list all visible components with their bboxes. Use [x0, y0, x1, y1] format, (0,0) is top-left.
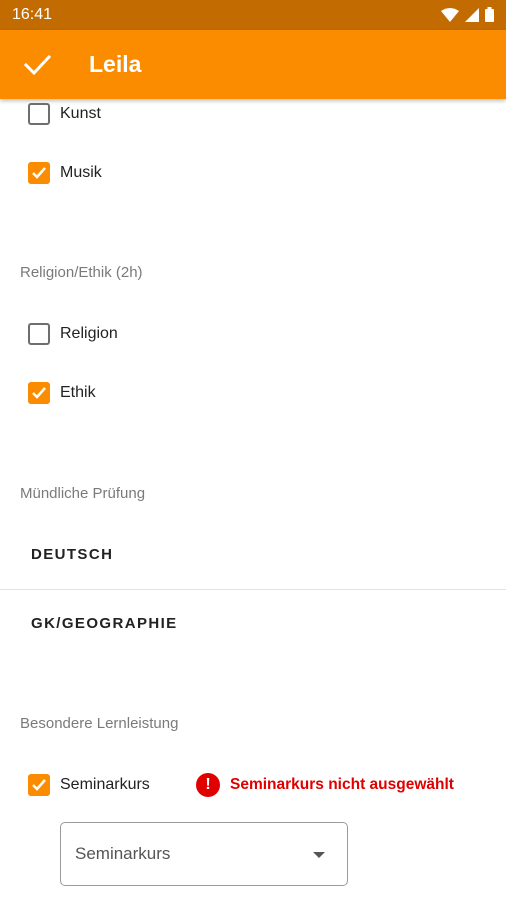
dropdown-value: Seminarkurs [75, 844, 171, 863]
checkmark-icon [32, 779, 46, 791]
checkbox-musik[interactable] [28, 162, 50, 184]
page-title: Leila [89, 51, 142, 77]
checkbox-label: Religion [60, 325, 118, 342]
checkmark-icon [32, 387, 46, 399]
checkbox-row-musik[interactable]: Musik [28, 162, 102, 184]
error-text: Seminarkurs nicht ausgewählt [230, 776, 454, 793]
wifi-icon [441, 7, 459, 22]
section-header-oral-exam: Mündliche Prüfung [20, 485, 146, 502]
status-icons [441, 7, 494, 22]
checkbox-religion[interactable] [28, 323, 50, 345]
check-icon[interactable] [22, 50, 52, 80]
checkbox-label: Seminarkurs [60, 776, 150, 793]
oral-subject-gk-geographie[interactable]: GK/GEOGRAPHIE [31, 615, 178, 632]
dropdown-arrow-icon [313, 852, 325, 858]
checkbox-kunst[interactable] [28, 103, 50, 125]
section-header-religion: Religion/Ethik (2h) [20, 264, 143, 281]
checkbox-row-ethik[interactable]: Ethik [28, 382, 96, 404]
checkbox-ethik[interactable] [28, 382, 50, 404]
section-header-special: Besondere Lernleistung [20, 715, 179, 732]
battery-icon [485, 7, 494, 22]
checkbox-row-kunst[interactable]: Kunst [28, 103, 101, 125]
checkbox-row-seminarkurs[interactable]: Seminarkurs [28, 774, 150, 796]
status-time: 16:41 [12, 6, 53, 23]
checkmark-icon [32, 167, 46, 179]
oral-subject-deutsch[interactable]: DEUTSCH [31, 546, 113, 563]
signal-icon [465, 7, 479, 22]
status-bar: 16:41 [0, 0, 506, 30]
seminarkurs-dropdown[interactable]: Seminarkurs [60, 822, 348, 886]
checkbox-label: Musik [60, 164, 102, 181]
checkbox-row-religion[interactable]: Religion [28, 323, 118, 345]
error-icon: ! [196, 773, 220, 797]
divider [0, 589, 506, 590]
error-message: ! Seminarkurs nicht ausgewählt [196, 773, 454, 797]
checkbox-seminarkurs[interactable] [28, 774, 50, 796]
checkbox-label: Ethik [60, 384, 96, 401]
app-bar: Leila [0, 30, 506, 99]
checkbox-label: Kunst [60, 105, 101, 122]
